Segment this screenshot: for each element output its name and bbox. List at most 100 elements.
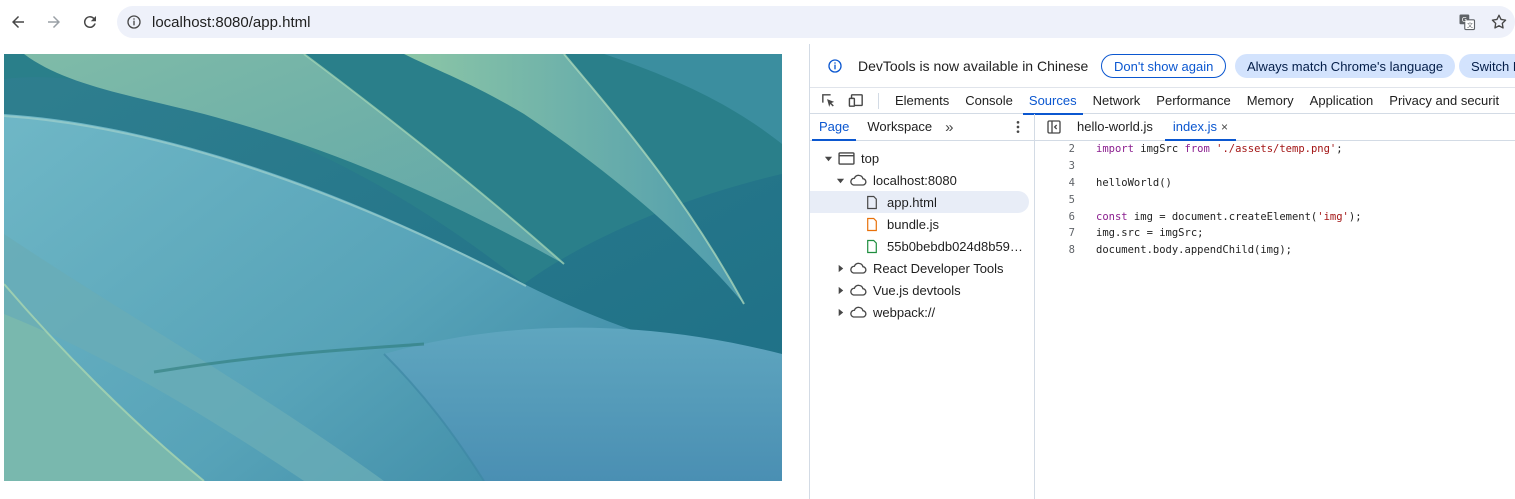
sidebar-toggle-icon — [1047, 120, 1061, 134]
svg-text:G: G — [1462, 16, 1467, 24]
reload-button[interactable] — [72, 4, 108, 40]
tab-sources[interactable]: Sources — [1021, 88, 1085, 115]
tree-label: 55b0bebdb024d8b59… — [887, 238, 1023, 254]
tree-label: React Developer Tools — [873, 260, 1004, 276]
tab-network[interactable]: Network — [1085, 88, 1149, 114]
code-editor[interactable]: 2 import imgSrc from './assets/temp.png'… — [1035, 141, 1515, 499]
tab-privacy-security[interactable]: Privacy and securit — [1381, 88, 1507, 114]
navigator-tabs: Page Workspace » — [810, 114, 1034, 141]
tree-label: Vue.js devtools — [873, 282, 961, 298]
line-number: 4 — [1068, 176, 1075, 189]
infobar-message: DevTools is now available in Chinese — [858, 57, 1089, 74]
bookmark-button[interactable] — [1483, 6, 1515, 38]
url-text[interactable]: localhost:8080/app.html — [152, 14, 310, 31]
tree-item-top[interactable]: top — [810, 147, 1035, 169]
expand-triangle-icon[interactable] — [823, 153, 833, 163]
toolbar-divider — [878, 92, 879, 109]
code-line: 2 import imgSrc from './assets/temp.png'… — [1035, 141, 1515, 158]
inspect-element-button[interactable] — [814, 88, 842, 114]
inspect-cursor-icon — [821, 94, 834, 107]
code-text: helloWorld() — [1096, 176, 1172, 189]
svg-text:文: 文 — [1467, 22, 1473, 30]
line-number: 7 — [1068, 227, 1075, 240]
device-mode-icon — [848, 94, 863, 107]
line-number: 2 — [1068, 143, 1075, 156]
more-tabs-chevron-icon[interactable]: » — [941, 119, 957, 136]
forward-button[interactable] — [36, 4, 72, 40]
switch-language-button[interactable]: Switch D — [1459, 54, 1515, 78]
code-text: img.src = imgSrc; — [1096, 227, 1204, 240]
tree-item-image-file[interactable]: 55b0bebdb024d8b59… — [810, 235, 1035, 257]
kebab-menu-icon — [1016, 121, 1020, 133]
collapsed-triangle-icon[interactable] — [835, 263, 845, 273]
tree-item-bundle-js[interactable]: bundle.js — [810, 213, 1035, 235]
code-text: document.body.appendChild(img); — [1096, 244, 1292, 257]
collapsed-triangle-icon[interactable] — [835, 307, 845, 317]
editor-tab-hello-world[interactable]: hello-world.js — [1067, 114, 1163, 140]
editor-tab-label: index.js — [1172, 119, 1217, 134]
file-tree: top localhost:8080 app.html bundle.js 55… — [810, 147, 1035, 323]
tab-workspace[interactable]: Workspace — [858, 114, 941, 140]
device-toolbar-button[interactable] — [842, 88, 870, 114]
expand-triangle-icon[interactable] — [835, 175, 845, 185]
tree-label: bundle.js — [887, 216, 940, 232]
code-line: 7 img.src = imgSrc; — [1035, 225, 1515, 242]
site-info-button[interactable] — [120, 8, 148, 36]
line-number: 3 — [1068, 160, 1075, 173]
code-line: 3 — [1035, 158, 1515, 175]
tree-item-app-html[interactable]: app.html — [810, 191, 1029, 213]
forward-arrow-icon — [48, 16, 60, 28]
tab-page[interactable]: Page — [810, 114, 858, 141]
tree-label: webpack:// — [873, 304, 936, 320]
line-number: 8 — [1068, 244, 1075, 257]
line-number: 6 — [1068, 210, 1075, 223]
tab-console[interactable]: Console — [957, 88, 1021, 114]
frame-icon — [837, 150, 855, 166]
tab-memory[interactable]: Memory — [1239, 88, 1302, 114]
translate-button[interactable]: G 文 — [1451, 6, 1483, 38]
always-match-language-button[interactable]: Always match Chrome's language — [1235, 54, 1456, 78]
tree-item-react-devtools[interactable]: React Developer Tools — [810, 257, 1035, 279]
cloud-icon — [849, 304, 867, 320]
image-file-icon — [863, 238, 881, 254]
tab-performance[interactable]: Performance — [1148, 88, 1238, 114]
editor-tab-index-js[interactable]: index.js × — [1163, 114, 1238, 141]
code-line: 6 const img = document.createElement('im… — [1035, 208, 1515, 225]
tree-item-webpack[interactable]: webpack:// — [810, 301, 1035, 323]
tab-application[interactable]: Application — [1302, 88, 1382, 114]
line-number: 5 — [1068, 193, 1075, 206]
tree-label: top — [861, 150, 880, 166]
tree-item-vue-devtools[interactable]: Vue.js devtools — [810, 279, 1035, 301]
sources-navigator: Page Workspace » top localhost:8080 app.… — [810, 114, 1035, 499]
language-infobar: DevTools is now available in Chinese Don… — [810, 44, 1515, 87]
file-document-icon — [863, 194, 881, 210]
back-button[interactable] — [0, 4, 36, 40]
reload-icon — [83, 16, 96, 29]
agave-leaves-image — [4, 54, 782, 481]
translate-icon: G 文 — [1459, 14, 1476, 31]
address-bar[interactable]: localhost:8080/app.html G 文 — [117, 6, 1515, 38]
code-line: 8 document.body.appendChild(img); — [1035, 242, 1515, 259]
devtools-main-tabs: Elements Console Sources Network Perform… — [810, 87, 1515, 115]
code-text: const img = document.createElement('img'… — [1096, 210, 1362, 223]
code-line: 5 — [1035, 191, 1515, 208]
tree-item-localhost[interactable]: localhost:8080 — [810, 169, 1035, 191]
cloud-icon — [849, 260, 867, 276]
navigator-menu-button[interactable] — [1010, 119, 1026, 135]
code-line: 4 helloWorld() — [1035, 175, 1515, 192]
script-file-icon — [863, 216, 881, 232]
tree-label: app.html — [887, 194, 937, 210]
devtools-panel: DevTools is now available in Chinese Don… — [809, 44, 1515, 499]
tab-elements[interactable]: Elements — [887, 88, 957, 114]
close-tab-icon[interactable]: × — [1221, 120, 1228, 134]
cloud-icon — [849, 172, 867, 188]
cloud-icon — [849, 282, 867, 298]
bookmark-star-icon — [1491, 14, 1507, 29]
site-info-icon — [127, 15, 141, 29]
toggle-navigator-button[interactable] — [1041, 114, 1067, 140]
page-image — [4, 54, 782, 481]
tree-label: localhost:8080 — [873, 172, 957, 188]
dont-show-again-button[interactable]: Don't show again — [1101, 54, 1227, 78]
collapsed-triangle-icon[interactable] — [835, 285, 845, 295]
editor-tabs: hello-world.js index.js × — [1035, 114, 1515, 141]
